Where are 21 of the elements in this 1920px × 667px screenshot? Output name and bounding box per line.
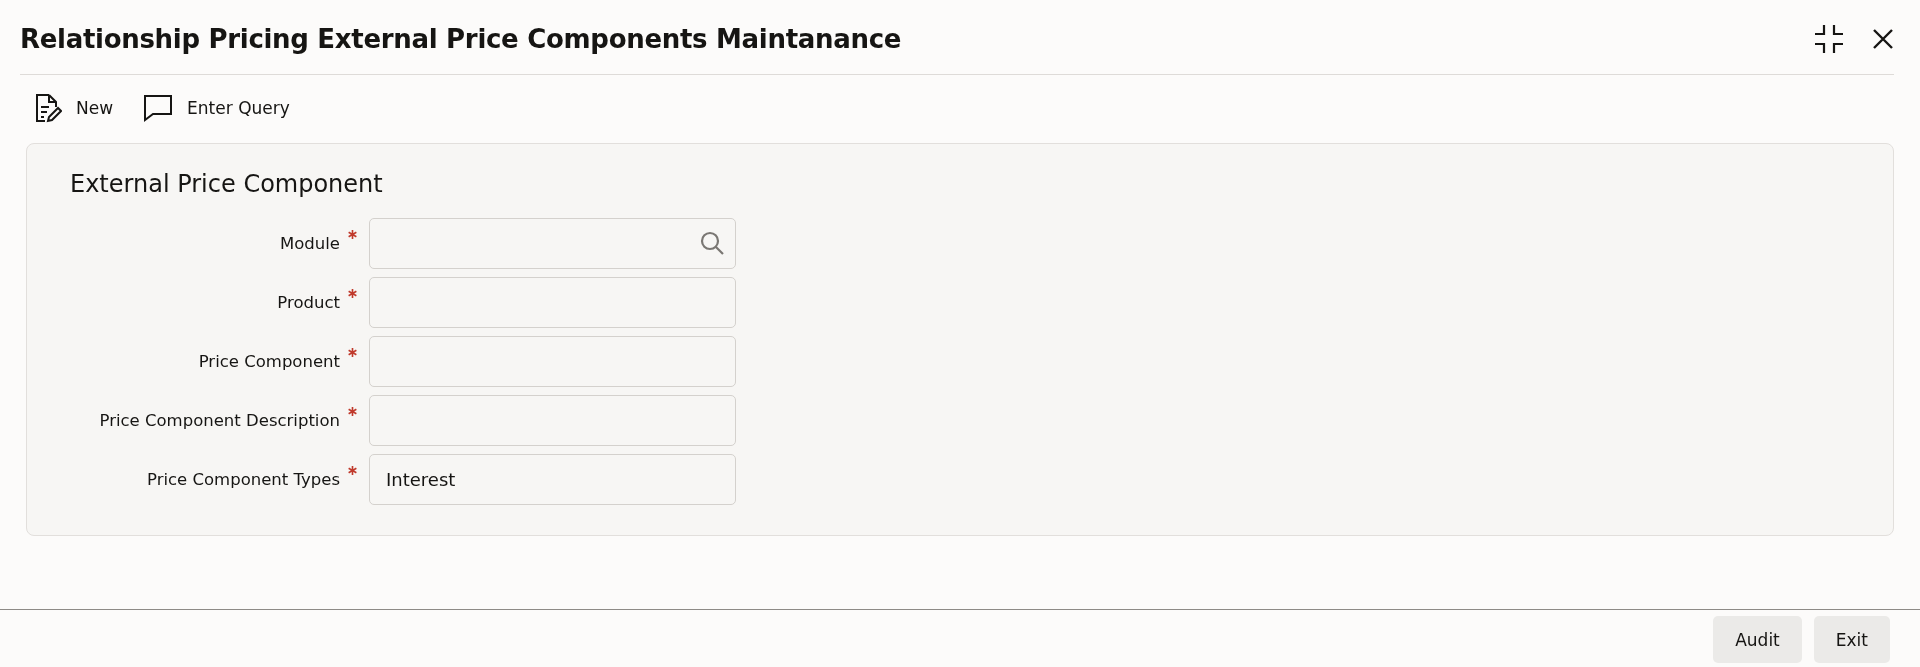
field-label: Product [277, 293, 340, 312]
input-field[interactable] [369, 336, 736, 387]
field-label: Price Component Types [146, 470, 340, 489]
search-field[interactable] [369, 218, 736, 269]
field-label: Price Component [198, 352, 340, 371]
close-icon[interactable] [1872, 28, 1894, 50]
field-label: Module [280, 234, 340, 253]
input-field[interactable] [369, 395, 736, 446]
speech-bubble-icon [143, 94, 174, 122]
window-title: Relationship Pricing External Price Components Maintanance [20, 24, 902, 54]
audit-button[interactable]: Audit [1713, 616, 1802, 663]
search-icon[interactable] [700, 231, 724, 255]
field-label: Price Component Description [99, 411, 340, 430]
exit-button[interactable]: Exit [1813, 616, 1890, 663]
enter-query-button[interactable]: Enter Query [143, 93, 290, 123]
new-button[interactable]: New [34, 93, 114, 123]
section-title: External Price Component [70, 170, 384, 198]
document-edit-icon [34, 93, 62, 123]
input-field[interactable]: Interest [369, 454, 736, 505]
input-field[interactable] [369, 277, 736, 328]
collapse-icon[interactable] [1814, 24, 1844, 54]
